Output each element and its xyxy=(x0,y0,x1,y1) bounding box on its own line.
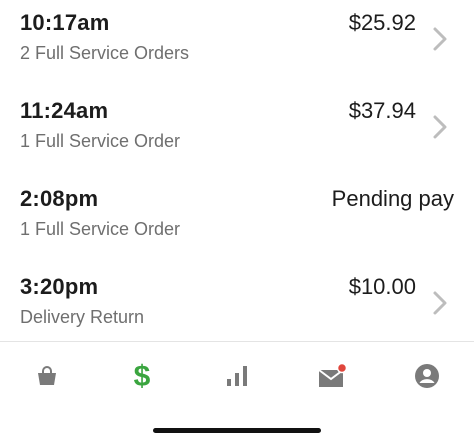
account-icon xyxy=(415,364,439,388)
order-list: 10:17am 2 Full Service Orders $25.92 11:… xyxy=(0,0,474,352)
home-indicator[interactable] xyxy=(153,428,321,433)
bar-chart-icon xyxy=(227,366,247,386)
order-subtitle: 1 Full Service Order xyxy=(20,219,181,239)
order-subtitle: Delivery Return xyxy=(20,307,145,327)
dollar-icon: $ xyxy=(134,361,151,391)
tab-earnings[interactable]: $ xyxy=(122,360,162,392)
order-row-2[interactable]: 11:24am 1 Full Service Order $37.94 xyxy=(0,88,474,176)
order-row-1[interactable]: 10:17am 2 Full Service Orders $25.92 xyxy=(0,0,474,88)
tab-shop[interactable] xyxy=(27,360,67,392)
order-row-4[interactable]: 3:20pm Delivery Return $10.00 xyxy=(0,264,474,352)
tab-messages[interactable] xyxy=(312,360,352,392)
order-subtitle: 1 Full Service Order xyxy=(20,131,181,151)
svg-text:$: $ xyxy=(134,361,151,391)
order-time: 3:20pm xyxy=(20,274,99,299)
order-subtitle: 2 Full Service Orders xyxy=(20,43,190,63)
shopping-bag-icon xyxy=(38,366,56,385)
order-amount: $25.92 xyxy=(348,10,416,35)
notification-badge xyxy=(336,363,347,374)
order-time: 2:08pm xyxy=(20,186,99,211)
order-time: 11:24am xyxy=(20,98,109,123)
order-amount: $10.00 xyxy=(348,274,416,299)
order-row-3[interactable]: 2:08pm 1 Full Service Order Pending pay xyxy=(0,176,474,264)
mail-icon xyxy=(318,363,347,387)
tab-account[interactable] xyxy=(407,360,447,392)
chevron-right-icon xyxy=(433,291,447,315)
chevron-right-icon xyxy=(433,115,447,139)
order-time: 10:17am xyxy=(20,10,110,35)
tab-stats[interactable] xyxy=(217,360,257,392)
chevron-right-icon xyxy=(433,27,447,51)
order-amount: $37.94 xyxy=(348,98,416,123)
order-status: Pending pay xyxy=(331,186,454,211)
